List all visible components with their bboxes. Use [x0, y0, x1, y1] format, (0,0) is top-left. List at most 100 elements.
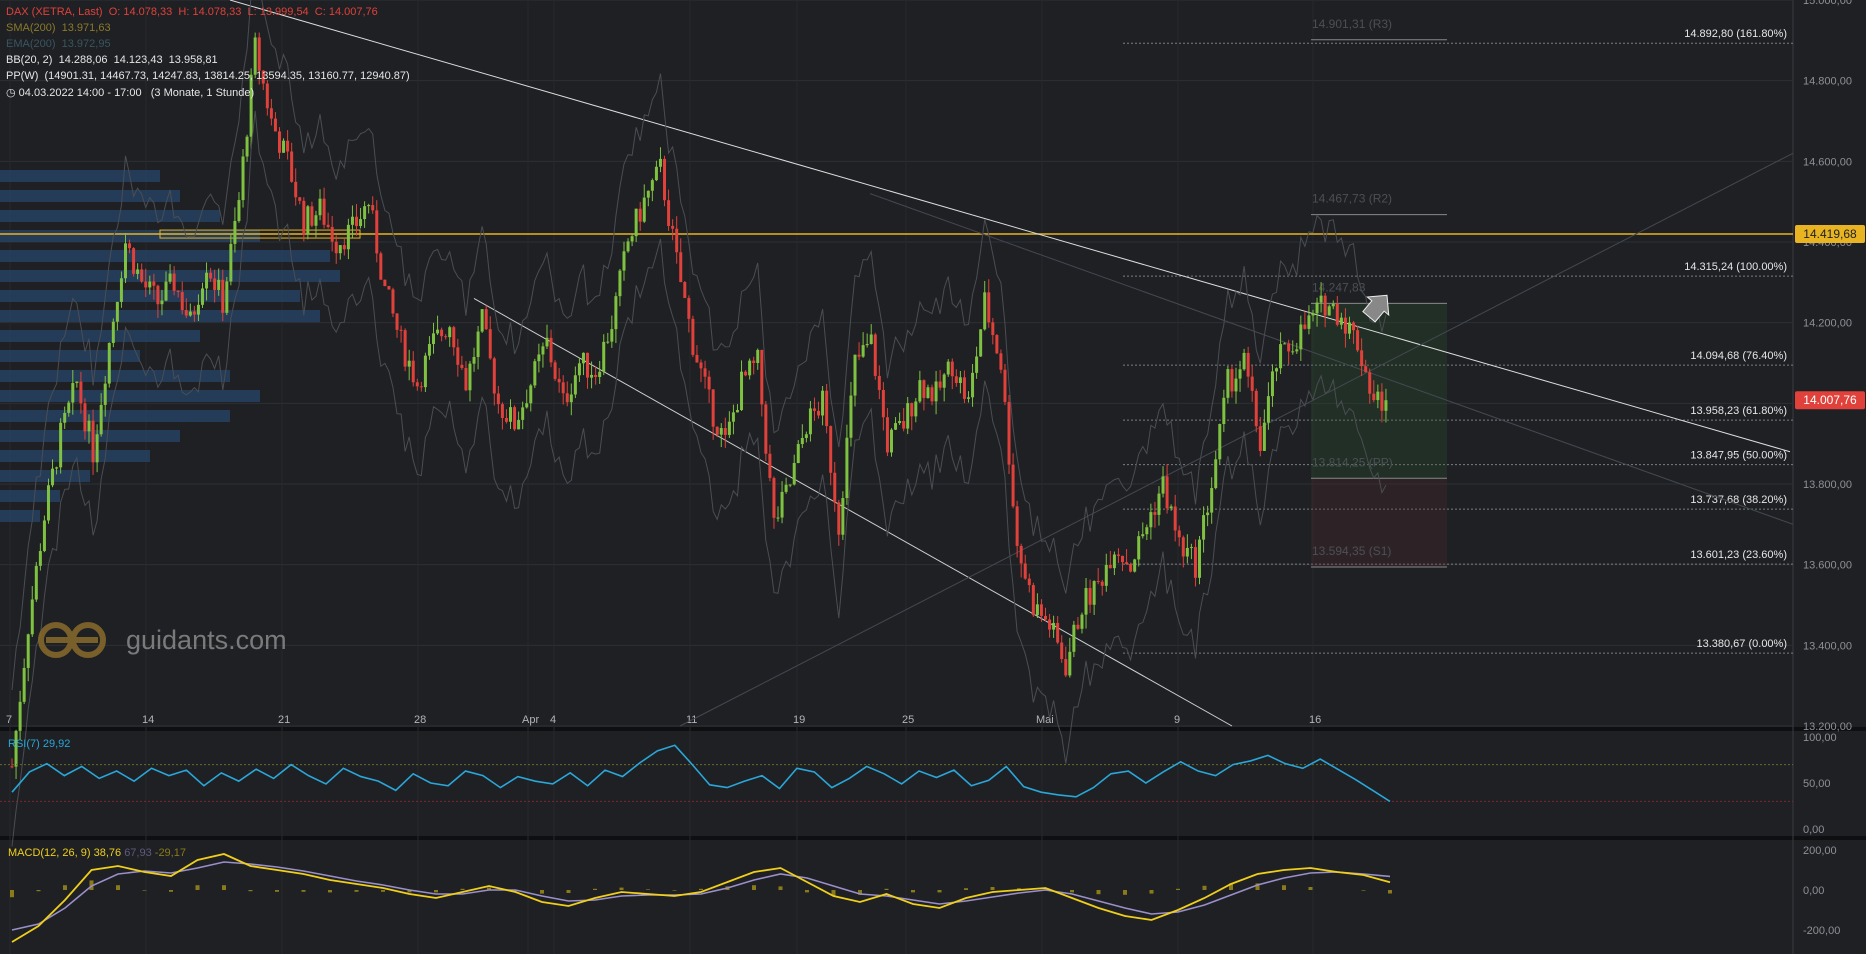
candle-body	[800, 437, 804, 445]
fib-label: 14.892,80 (161.80%)	[1684, 28, 1787, 40]
candle-body	[1303, 324, 1307, 329]
instrument-legend[interactable]: DAX (XETRA, Last) O: 14.078,33 H: 14.078…	[6, 6, 378, 18]
candle-body	[776, 517, 780, 519]
candle-body	[42, 520, 46, 552]
pp-legend[interactable]: PP(W) (14901.31, 14467.73, 14247.83, 138…	[6, 70, 410, 82]
candle-body	[399, 329, 403, 331]
macd-tick-label: 200,00	[1803, 845, 1837, 857]
bb-legend[interactable]: BB(20, 2) 14.288,06 14.123,43 13.958,81	[6, 54, 218, 66]
fib-label: 13.601,23 (23.60%)	[1690, 549, 1787, 561]
macd-title: MACD(12, 26, 9) 38,76 67,93 -29,17	[8, 847, 186, 859]
candle-body	[168, 273, 172, 282]
candle-body	[1048, 619, 1052, 630]
candle-body	[910, 403, 914, 417]
candle-body	[1096, 581, 1100, 583]
candle-body	[350, 216, 354, 225]
candle-body	[796, 444, 800, 464]
macd-histogram-bar	[619, 887, 624, 890]
chart-canvas[interactable]: 15.000,0014.800,0014.600,0014.400,0014.2…	[0, 0, 1866, 954]
candle-body	[249, 74, 253, 137]
candle-body	[1384, 400, 1388, 411]
volume-profile-bar	[0, 310, 320, 322]
candle-body	[1372, 393, 1376, 401]
candle-body	[1279, 344, 1283, 369]
candle-body	[764, 404, 768, 454]
candle-body	[772, 477, 776, 518]
macd-value: 38,76	[94, 847, 125, 859]
candle-body	[436, 329, 440, 334]
candle-body	[1266, 396, 1270, 423]
macd-hist-value: -29,17	[155, 847, 186, 859]
macd-histogram-bar	[672, 890, 677, 891]
time-tick-label: 9	[1174, 714, 1180, 726]
candle-body	[59, 422, 63, 468]
candle-body	[172, 273, 176, 291]
candle-body	[569, 394, 573, 403]
volume-profile-bar	[0, 450, 150, 462]
candle-body	[1254, 390, 1258, 427]
candle-body	[476, 331, 480, 358]
volume-profile-bar	[0, 370, 230, 382]
range-legend[interactable]: ◷ 04.03.2022 14:00 - 17:00 (3 Monate, 1 …	[6, 86, 254, 99]
candle-body	[196, 304, 200, 315]
candle-body	[1177, 530, 1181, 538]
candle-body	[1291, 351, 1295, 353]
candle-body	[1335, 303, 1339, 325]
candle-body	[966, 397, 970, 399]
candle-body	[634, 208, 638, 237]
candle-body	[265, 83, 269, 109]
candle-body	[1202, 515, 1206, 540]
candle-body	[282, 140, 286, 153]
candle-body	[83, 403, 87, 432]
candle-body	[719, 428, 723, 435]
price-tick-label: 14.800,00	[1803, 76, 1852, 88]
candle-body	[30, 599, 34, 635]
candle-body	[200, 288, 204, 305]
candle-body	[760, 349, 764, 405]
candle-body	[367, 205, 371, 207]
candle-body	[857, 354, 861, 357]
candle-body	[375, 210, 379, 254]
macd-histogram-bar	[1282, 885, 1286, 890]
candle-body	[812, 408, 816, 411]
candle-body	[1356, 330, 1360, 351]
candle-body	[622, 251, 626, 271]
ema-legend[interactable]: EMA(200) 13.972,95	[6, 38, 111, 50]
candle-body	[557, 378, 561, 383]
macd-histogram-bar	[1149, 890, 1154, 894]
candle-body	[821, 390, 825, 416]
candle-body	[1343, 317, 1347, 334]
volume-profile-bar	[0, 350, 140, 362]
candle-body	[1064, 659, 1068, 676]
candle-body	[646, 190, 650, 198]
pane-separator	[0, 727, 1866, 731]
candle-body	[1125, 562, 1129, 564]
candle-body	[63, 412, 67, 423]
candle-body	[545, 337, 549, 347]
candle-body	[691, 318, 695, 355]
macd-histogram-bar	[1176, 888, 1180, 890]
macd-histogram-bar	[328, 890, 332, 893]
candle-body	[1364, 366, 1368, 373]
candle-body	[342, 245, 346, 250]
candle-body	[1072, 624, 1076, 652]
candle-body	[602, 341, 606, 372]
candle-body	[318, 198, 322, 216]
candle-body	[752, 360, 756, 363]
macd-histogram-bar	[36, 890, 41, 892]
candle-body	[1287, 343, 1291, 352]
volume-profile-bar	[0, 250, 330, 262]
candle-body	[853, 354, 857, 396]
candle-body	[1088, 588, 1092, 605]
candle-body	[1275, 368, 1279, 372]
macd-histogram-bar	[805, 890, 809, 893]
candle-body	[1258, 426, 1262, 451]
candle-body	[1035, 604, 1039, 616]
macd-histogram-bar	[964, 888, 968, 890]
candle-body	[1315, 302, 1319, 314]
candle-body	[995, 335, 999, 354]
sma-legend[interactable]: SMA(200) 13.971,63	[6, 22, 111, 34]
candle-body	[472, 357, 476, 364]
candle-body	[699, 362, 703, 369]
time-tick-label: 25	[902, 714, 914, 726]
